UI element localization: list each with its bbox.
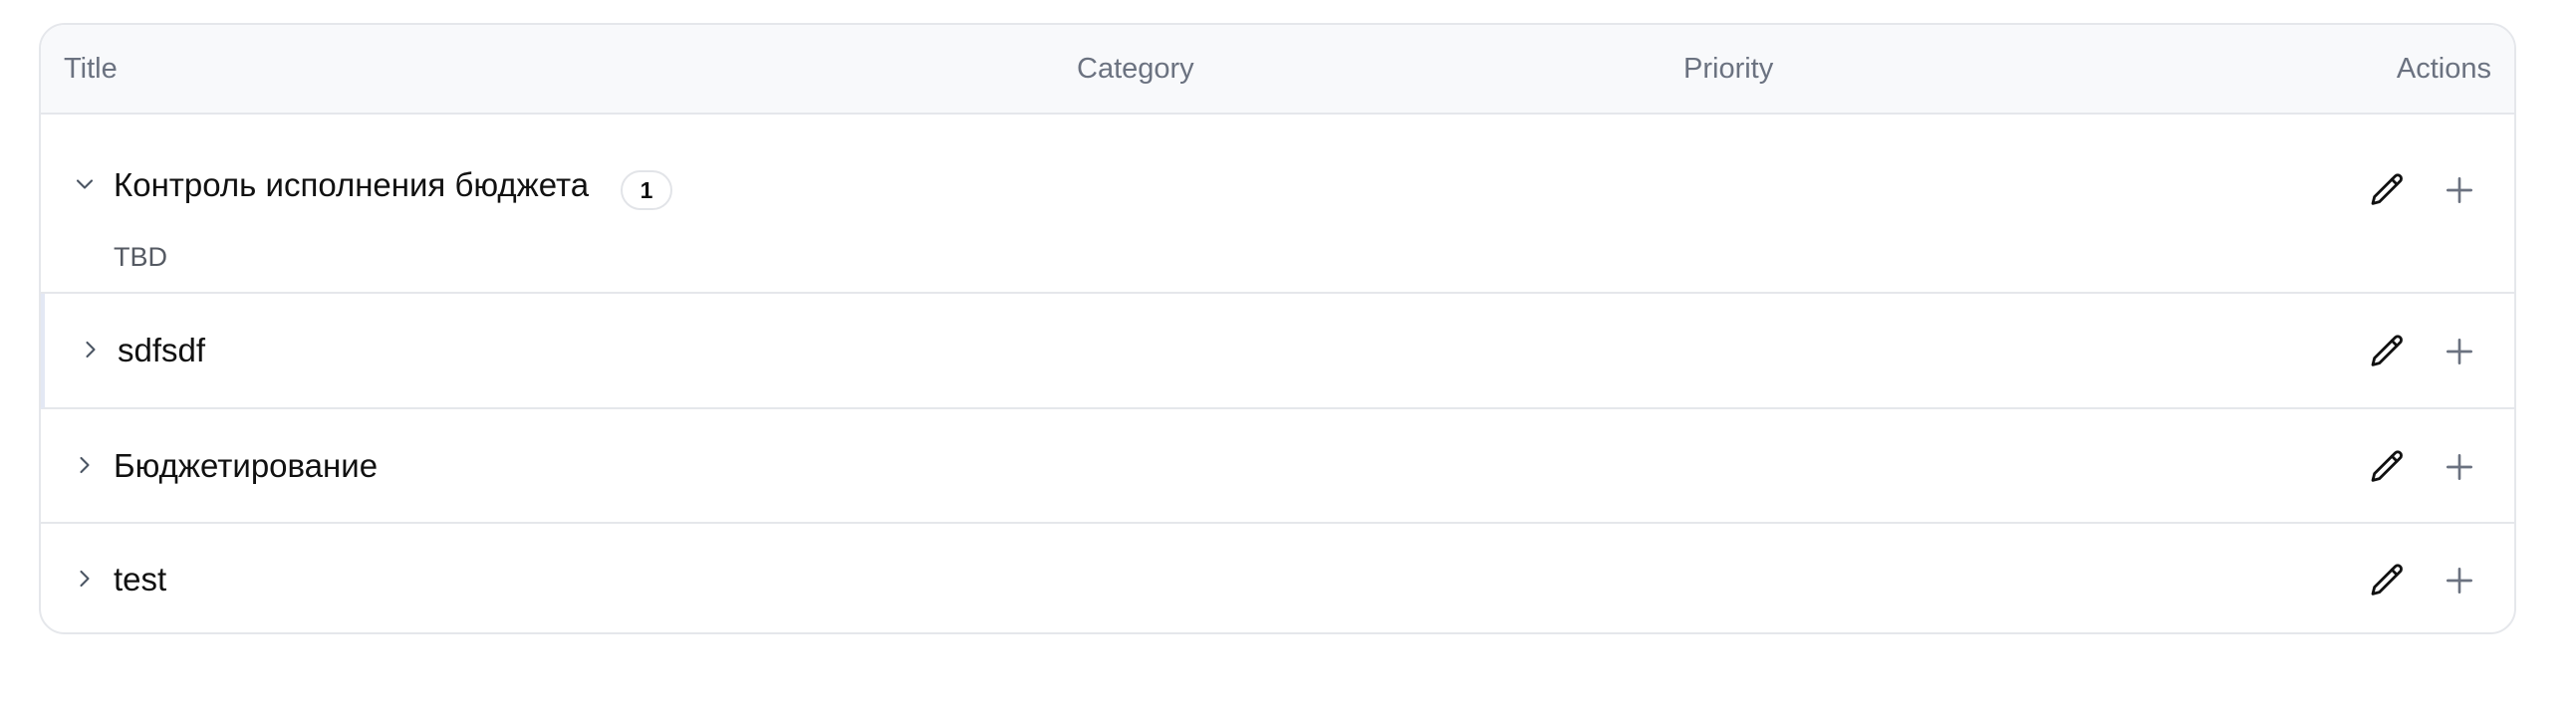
row-title: sdfsdf	[118, 332, 206, 368]
row-title: Бюджетирование	[114, 447, 379, 484]
row-title: Контроль исполнения бюджета	[114, 166, 590, 203]
edit-button[interactable]	[2368, 561, 2408, 600]
table-row[interactable]: test	[41, 524, 2514, 632]
items-table: Title Category Priority Actions Контроль…	[39, 23, 2516, 634]
row-title: test	[114, 561, 167, 597]
add-child-button[interactable]	[2440, 332, 2479, 371]
count-badge: 1	[621, 170, 672, 210]
chevron-right-icon[interactable]	[71, 451, 99, 479]
add-child-button[interactable]	[2440, 561, 2479, 600]
table-row[interactable]: Бюджетирование	[41, 409, 2514, 524]
column-header-title[interactable]: Title	[64, 25, 118, 113]
table-row[interactable]: Контроль исполнения бюджета 1 TBD	[41, 115, 2514, 294]
column-header-actions: Actions	[2396, 53, 2491, 85]
add-child-button[interactable]	[2440, 447, 2479, 487]
edit-button[interactable]	[2368, 332, 2408, 371]
chevron-right-icon[interactable]	[77, 336, 105, 363]
table-row[interactable]: sdfsdf	[41, 294, 2514, 409]
edit-button[interactable]	[2368, 447, 2408, 487]
row-description: TBD	[114, 242, 167, 272]
edit-button[interactable]	[2368, 170, 2408, 210]
table-header: Title Category Priority Actions	[41, 25, 2514, 115]
add-child-button[interactable]	[2440, 170, 2479, 210]
chevron-down-icon[interactable]	[71, 170, 99, 198]
column-header-priority[interactable]: Priority	[1683, 25, 1773, 113]
column-header-category[interactable]: Category	[1077, 25, 1194, 113]
chevron-right-icon[interactable]	[71, 565, 99, 593]
